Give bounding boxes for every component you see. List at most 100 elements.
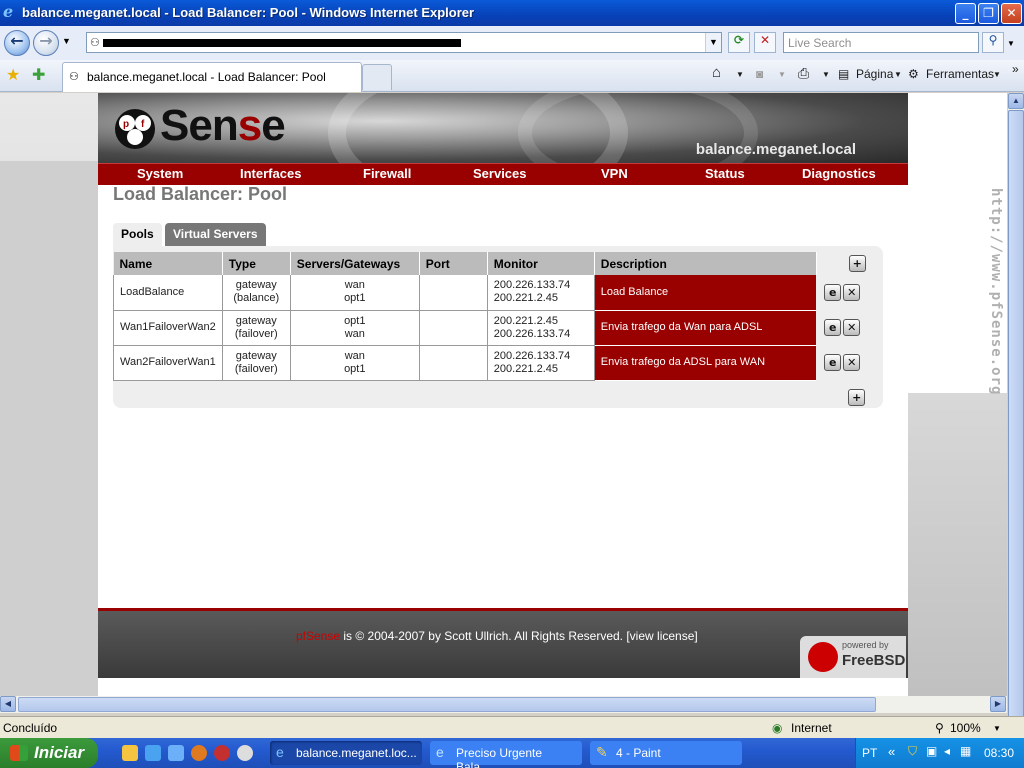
window-title-bar[interactable]: e balance.meganet.local - Load Balancer:… <box>0 0 1024 26</box>
pfsense-link[interactable]: pfSense <box>296 629 340 643</box>
print-icon[interactable]: ⎙ <box>798 65 809 82</box>
ie-task-icon: e <box>276 744 284 760</box>
menu-interfaces[interactable]: Interfaces <box>240 166 301 181</box>
quicklaunch-desktop-icon[interactable] <box>122 745 138 761</box>
add-pool-icon[interactable]: + <box>848 255 866 272</box>
redacted-url <box>103 39 461 47</box>
tray-app-icon[interactable]: ▦ <box>960 744 971 758</box>
pool-servers: wan opt1 <box>290 345 420 381</box>
home-dropdown-icon[interactable]: ▼ <box>736 70 744 79</box>
security-zone[interactable]: Internet <box>791 721 832 735</box>
pool-description: Envia trafego da ADSL para WAN <box>594 345 817 381</box>
header-type: Type <box>222 252 291 275</box>
table-row[interactable]: Wan1FailoverWan2 gateway (failover) opt1 w… <box>113 310 883 346</box>
page-dropdown-icon[interactable]: ▼ <box>894 70 902 79</box>
browser-tab-active[interactable]: ⚇ balance.meganet.local - Load Balancer:… <box>62 62 362 92</box>
menu-vpn[interactable]: VPN <box>601 166 628 181</box>
refresh-icon[interactable]: ⟳ <box>728 32 750 53</box>
page-menu[interactable]: Página <box>856 67 893 81</box>
taskbar-button-paint[interactable]: ✎ 4 - Paint <box>590 741 742 765</box>
language-indicator[interactable]: PT <box>862 746 877 760</box>
quicklaunch-ie-icon[interactable] <box>145 745 161 761</box>
tab-pools[interactable]: Pools <box>113 223 162 246</box>
quicklaunch-firefox-icon[interactable] <box>191 745 207 761</box>
favorites-star-icon[interactable]: ★ <box>6 65 20 84</box>
edit-pool-icon[interactable]: e <box>824 354 842 371</box>
horizontal-scroll-thumb[interactable] <box>18 697 876 712</box>
network-icon[interactable]: ▣ <box>926 744 937 758</box>
history-dropdown-icon[interactable]: ▼ <box>62 36 71 46</box>
taskbar-button-ie[interactable]: e Preciso Urgente Bala... <box>430 741 582 768</box>
tray-expand-icon[interactable]: « <box>888 744 895 759</box>
edit-pool-icon[interactable]: e <box>824 319 842 336</box>
close-button[interactable]: ✕ <box>1001 3 1022 24</box>
header-servers: Servers/Gateways <box>290 252 420 275</box>
minimize-button[interactable]: _ <box>955 3 976 24</box>
scroll-up-icon[interactable]: ▲ <box>1008 93 1024 109</box>
tab-bar: ★ ✚ ⚇ balance.meganet.local - Load Balan… <box>0 60 1024 92</box>
search-options-icon[interactable]: ▼ <box>1007 39 1015 48</box>
menu-diagnostics[interactable]: Diagnostics <box>802 166 876 181</box>
menu-system[interactable]: System <box>137 166 183 181</box>
start-button[interactable]: Iniciar <box>0 738 98 768</box>
table-footer-row: + <box>114 380 883 415</box>
pool-monitor: 200.226.133.74 200.221.2.45 <box>487 275 595 311</box>
menu-services[interactable]: Services <box>473 166 527 181</box>
print-dropdown-icon[interactable]: ▼ <box>822 70 830 79</box>
stop-icon[interactable]: ✕ <box>754 32 776 53</box>
scroll-left-icon[interactable]: ◀ <box>0 696 16 712</box>
windows-taskbar: Iniciar e balance.meganet.loc... e Preci… <box>0 738 1024 768</box>
pfsense-logo-text[interactable]: Sense <box>160 101 286 151</box>
vertical-scrollbar[interactable]: ▲ ▼ <box>1007 93 1024 734</box>
tools-dropdown-icon[interactable]: ▼ <box>993 70 1001 79</box>
forward-button[interactable]: → <box>33 30 59 56</box>
home-icon[interactable]: ⌂ <box>712 64 721 81</box>
menu-firewall[interactable]: Firewall <box>363 166 411 181</box>
delete-pool-icon[interactable]: ✕ <box>843 319 861 336</box>
table-row[interactable]: Wan2FailoverWan1 gateway (failover) wan op… <box>113 345 883 381</box>
volume-icon[interactable]: ◂ <box>944 744 950 758</box>
quicklaunch-app-icon[interactable] <box>168 745 184 761</box>
pool-description: Envia trafego da Wan para ADSL <box>594 310 817 346</box>
pool-type: gateway (balance) <box>222 275 291 311</box>
security-shield-icon[interactable]: ⛉ <box>908 744 917 759</box>
freebsd-daemon-icon <box>808 642 838 672</box>
pool-port <box>419 345 488 381</box>
edit-pool-icon[interactable]: e <box>824 284 842 301</box>
taskbar-button-ie-active[interactable]: e balance.meganet.loc... <box>270 741 422 765</box>
horizontal-scrollbar[interactable]: ◀ ▶ <box>0 696 1007 713</box>
page-title: Load Balancer: Pool <box>113 184 288 204</box>
menu-status[interactable]: Status <box>705 166 745 181</box>
maximize-button[interactable]: ❐ <box>978 3 999 24</box>
search-input[interactable]: Live Search <box>783 32 979 53</box>
more-tools-icon[interactable]: » <box>1012 62 1019 76</box>
site-favicon-icon: ⚇ <box>90 37 100 49</box>
clock: 08:30 <box>984 746 1015 760</box>
url-dropdown-icon[interactable]: ▼ <box>705 33 721 52</box>
back-button[interactable]: ← <box>4 30 30 56</box>
feeds-icon[interactable]: ◙ <box>756 67 763 81</box>
page-icon: ▤ <box>838 67 850 81</box>
feeds-dropdown-icon[interactable]: ▼ <box>778 70 786 79</box>
quicklaunch-media-icon[interactable] <box>214 745 230 761</box>
browser-viewport: http://www.pfSense.org p f Sense balance… <box>0 93 1007 696</box>
tab-virtual-servers[interactable]: Virtual Servers <box>165 223 266 246</box>
tools-menu[interactable]: Ferramentas <box>926 67 994 81</box>
add-pool-bottom-icon[interactable]: + <box>848 389 866 406</box>
search-icon[interactable]: ⚲ <box>982 32 1004 53</box>
delete-pool-icon[interactable]: ✕ <box>843 284 861 301</box>
table-row[interactable]: LoadBalance gateway (balance) wan opt1 200… <box>113 275 883 311</box>
row-actions: e ✕ <box>816 345 882 380</box>
url-input[interactable]: ⚇ ▼ <box>86 32 722 53</box>
zoom-dropdown-icon[interactable]: ▼ <box>993 724 1001 733</box>
vertical-scroll-thumb[interactable] <box>1008 110 1024 734</box>
status-text: Concluído <box>3 721 58 735</box>
new-tab-button[interactable] <box>362 64 392 90</box>
zoom-level[interactable]: 100% <box>950 721 981 735</box>
pools-table: Name Type Servers/Gateways Port Monitor … <box>113 252 883 415</box>
delete-pool-icon[interactable]: ✕ <box>843 354 861 371</box>
quicklaunch-player-icon[interactable] <box>237 745 253 761</box>
add-favorite-icon[interactable]: ✚ <box>32 65 45 84</box>
scroll-right-icon[interactable]: ▶ <box>990 696 1006 712</box>
freebsd-badge[interactable]: powered by FreeBSD <box>800 636 906 678</box>
